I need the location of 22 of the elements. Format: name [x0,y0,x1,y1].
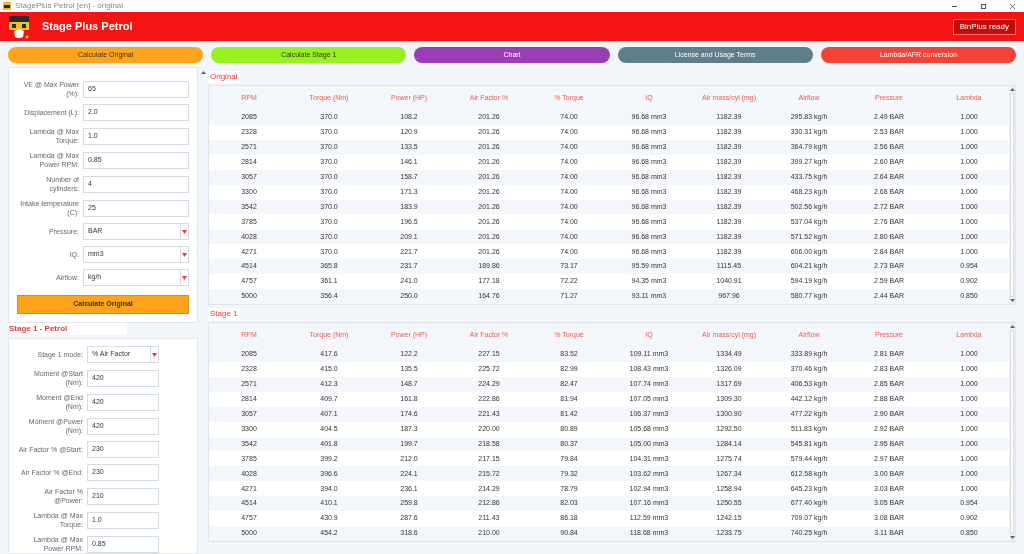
scroll-up-icon[interactable] [200,71,206,74]
close-icon[interactable] [1010,3,1015,9]
scrollbar-thumb[interactable] [1010,93,1014,297]
window-title: StagePlus Petrol [en] - original [15,1,125,11]
minimize-icon[interactable] [952,5,957,7]
caret-icon [152,352,157,357]
scroll-down-icon[interactable] [1009,536,1015,539]
app-title: Stage Plus Petrol [42,19,134,35]
section-title: Original [208,71,240,83]
app-icon [3,2,11,10]
scroll-up-icon[interactable] [1009,325,1015,328]
section-title: Stage 1 - Petrol [8,323,128,335]
section-title: Stage 1 [208,308,240,320]
caret-icon [182,275,187,280]
scrollbar-thumb[interactable] [1010,330,1014,534]
caret-icon [182,229,187,234]
scroll-down-icon[interactable] [1009,299,1015,302]
caret-icon [182,252,187,257]
maximize-icon[interactable] [981,3,986,9]
logo-icon [8,13,30,40]
scroll-up-icon[interactable] [1009,88,1015,91]
status-badge: BinPlus ready [952,18,1016,35]
